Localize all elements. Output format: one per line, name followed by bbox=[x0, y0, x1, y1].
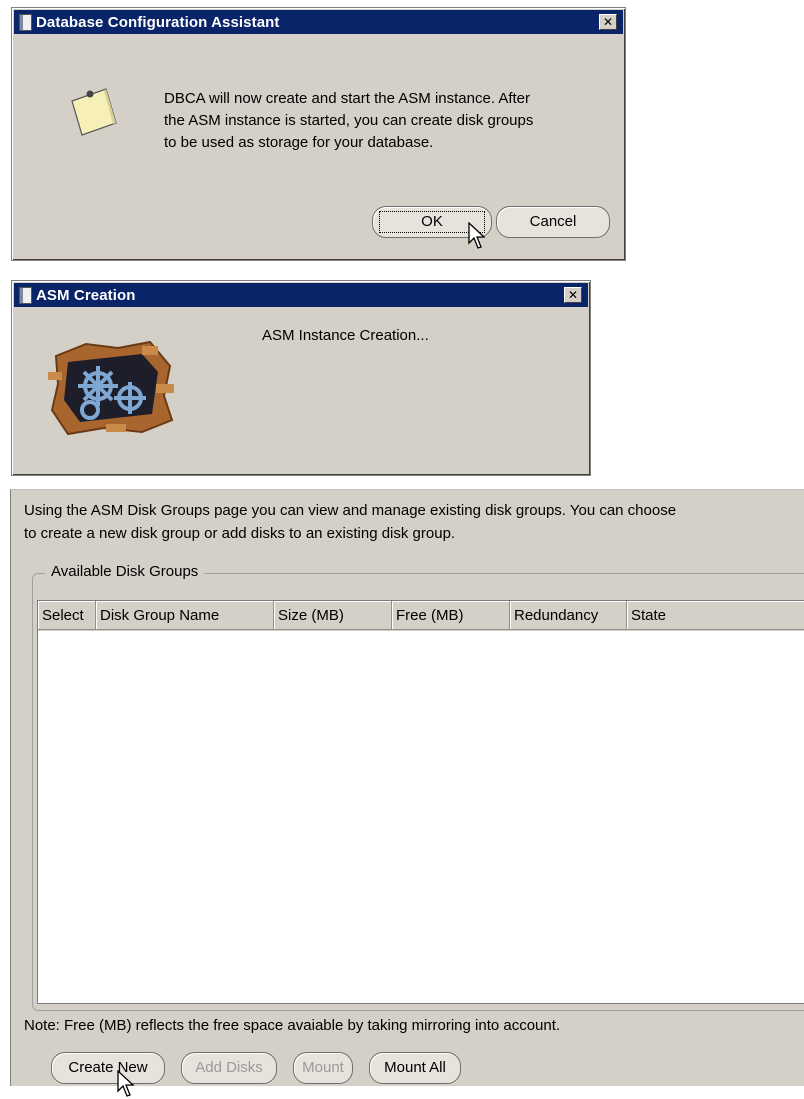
mount-button[interactable]: Mount bbox=[293, 1052, 353, 1084]
dbca-message: DBCA will now create and start the ASM i… bbox=[164, 88, 533, 154]
table-header: Select Disk Group Name Size (MB) Free (M… bbox=[38, 601, 804, 631]
cancel-button[interactable]: Cancel bbox=[496, 206, 610, 238]
intro-text: Using the ASM Disk Groups page you can v… bbox=[24, 499, 804, 545]
column-header-size[interactable]: Size (MB) bbox=[274, 601, 392, 630]
create-new-label: Create New bbox=[68, 1059, 148, 1076]
mount-all-label: Mount All bbox=[384, 1059, 446, 1076]
asm-creation-dialog: ASM Creation ✕ ASM Instance Creation... bbox=[11, 280, 591, 476]
add-disks-label: Add Disks bbox=[195, 1059, 263, 1076]
column-header-disk-group-name[interactable]: Disk Group Name bbox=[96, 601, 274, 630]
asm-titlebar[interactable]: ASM Creation ✕ bbox=[14, 283, 588, 307]
app-icon bbox=[19, 286, 32, 304]
ok-button[interactable]: OK bbox=[372, 206, 492, 238]
dbca-title: Database Configuration Assistant bbox=[36, 13, 280, 31]
cancel-label: Cancel bbox=[529, 213, 577, 230]
dbca-titlebar[interactable]: Database Configuration Assistant ✕ bbox=[14, 10, 623, 34]
column-header-state[interactable]: State bbox=[627, 601, 804, 630]
asm-disk-groups-panel: Using the ASM Disk Groups page you can v… bbox=[10, 489, 804, 1097]
asm-title: ASM Creation bbox=[36, 286, 136, 304]
column-header-free[interactable]: Free (MB) bbox=[392, 601, 510, 630]
message-line: the ASM instance is started, you can cre… bbox=[164, 112, 534, 129]
asm-status-text: ASM Instance Creation... bbox=[262, 327, 429, 344]
dbca-dialog: Database Configuration Assistant ✕ DBCA … bbox=[11, 7, 626, 261]
free-space-note: Note: Free (MB) reflects the free space … bbox=[24, 1017, 561, 1034]
message-line: to be used as storage for your database. bbox=[164, 134, 434, 151]
gears-in-wall-icon bbox=[48, 340, 174, 436]
intro-line: to create a new disk group or add disks … bbox=[24, 525, 456, 542]
create-new-button[interactable]: Create New bbox=[51, 1052, 165, 1084]
disk-groups-table[interactable]: Select Disk Group Name Size (MB) Free (M… bbox=[37, 600, 804, 1004]
close-button[interactable]: ✕ bbox=[599, 14, 617, 30]
app-icon bbox=[19, 13, 32, 31]
group-title: Available Disk Groups bbox=[45, 563, 205, 580]
message-line: DBCA will now create and start the ASM i… bbox=[164, 90, 531, 107]
mount-all-button[interactable]: Mount All bbox=[369, 1052, 461, 1084]
note-icon bbox=[71, 88, 117, 136]
intro-line: Using the ASM Disk Groups page you can v… bbox=[24, 502, 677, 519]
column-header-select[interactable]: Select bbox=[38, 601, 96, 630]
mount-label: Mount bbox=[302, 1059, 344, 1076]
close-button[interactable]: ✕ bbox=[564, 287, 582, 303]
column-header-redundancy[interactable]: Redundancy bbox=[510, 601, 627, 630]
add-disks-button[interactable]: Add Disks bbox=[181, 1052, 277, 1084]
focus-indicator bbox=[379, 211, 485, 233]
